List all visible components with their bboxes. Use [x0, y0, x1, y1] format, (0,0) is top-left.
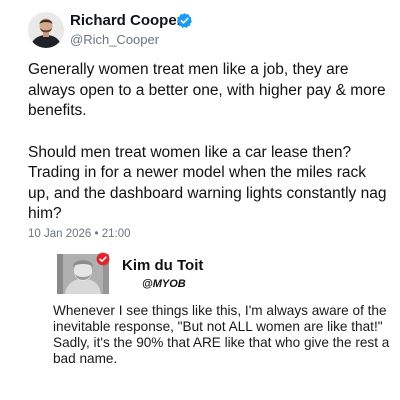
- embedded-author-name[interactable]: Kim du Toit: [122, 257, 203, 275]
- post-text: Generally women treat men like a job, th…: [28, 60, 388, 246]
- embedded-paragraph: Sadly, it's the 90% that ARE like that w…: [53, 335, 390, 366]
- embedded-post[interactable]: Kim du Toit @MYOB Whenever I see things …: [52, 250, 400, 400]
- red-check-badge-icon: [96, 252, 110, 266]
- embedded-author-handle[interactable]: @MYOB: [142, 278, 186, 291]
- verified-badge-icon: [177, 13, 192, 29]
- post-paragraph: Should men treat women like a car lease …: [28, 143, 387, 223]
- author-avatar[interactable]: [28, 12, 64, 48]
- person-photo-icon: [28, 12, 64, 48]
- embedded-paragraph: Whenever I see things like this, I'm alw…: [53, 303, 387, 334]
- author-handle[interactable]: @Rich_Cooper: [70, 32, 159, 48]
- post-timestamp[interactable]: 10 Jan 2026 • 21:00: [28, 227, 131, 241]
- post: Richard Cooper @Rich_Cooper Generally wo…: [0, 0, 400, 250]
- post-paragraph: Generally women treat men like a job, th…: [28, 61, 386, 119]
- author-name[interactable]: Richard Cooper: [70, 12, 183, 30]
- embedded-post-text: Whenever I see things like this, I'm alw…: [53, 303, 393, 367]
